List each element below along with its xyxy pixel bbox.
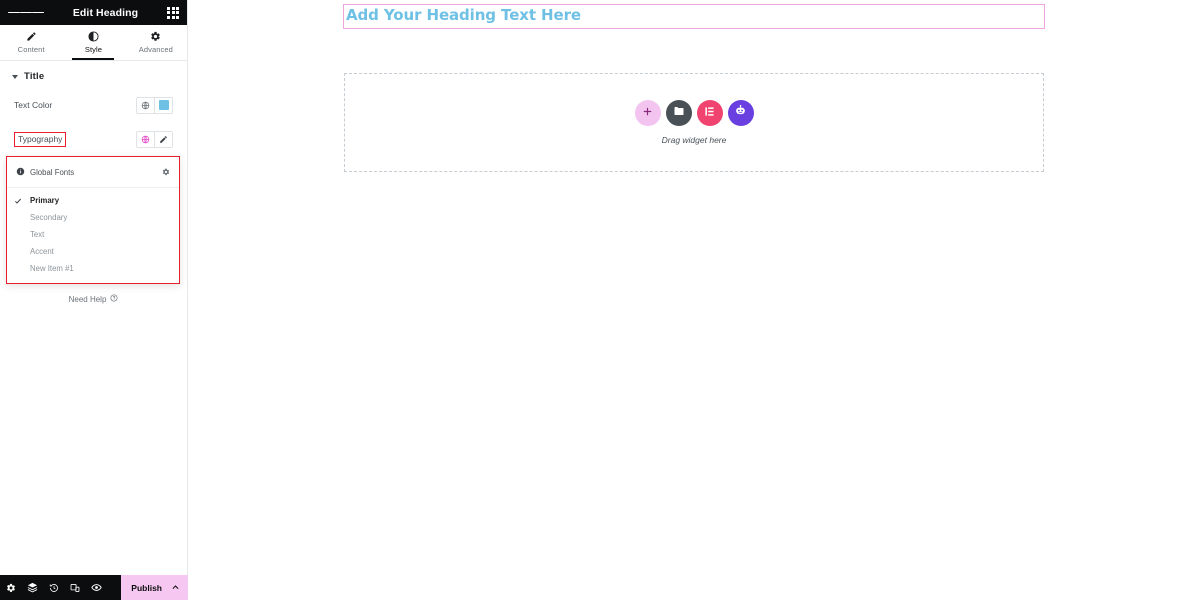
global-font-item-primary[interactable]: Primary [7, 192, 179, 209]
widget-dropzone[interactable]: Drag widget here [344, 73, 1044, 172]
control-text-color: Text Color [0, 88, 187, 122]
need-help-label: Need Help [68, 294, 107, 304]
global-font-label: New Item #1 [30, 264, 74, 273]
need-help-link[interactable]: Need Help [0, 294, 187, 304]
check-icon [14, 197, 22, 205]
panel-tabs: Content Style Advanced [0, 25, 187, 61]
control-typography: Typography [0, 122, 187, 156]
globe-icon-active[interactable] [137, 131, 154, 147]
pencil-edit-icon[interactable] [154, 131, 172, 147]
global-font-label: Accent [30, 247, 54, 256]
gear-icon [150, 31, 161, 42]
tab-advanced-label: Advanced [138, 45, 173, 54]
typography-buttons [136, 130, 173, 148]
add-template-button[interactable] [665, 100, 692, 126]
globe-icon[interactable] [137, 97, 154, 113]
heading-text: Add Your Heading Text Here [346, 6, 581, 24]
dropzone-caption: Drag widget here [661, 135, 727, 145]
global-font-item-secondary[interactable]: Secondary [7, 209, 179, 226]
panel-title: Edit Heading [72, 6, 139, 19]
global-font-label: Primary [30, 196, 60, 205]
color-swatch [158, 100, 169, 110]
global-fonts-popover: Global Fonts Primary Secondary Text Acce… [6, 156, 180, 284]
global-fonts-header: Global Fonts [7, 157, 179, 188]
section-title-label: Title [24, 71, 45, 82]
chevron-up-icon[interactable] [171, 579, 180, 597]
responsive-mode-icon[interactable] [70, 583, 80, 593]
text-color-label: Text Color [14, 100, 53, 110]
global-fonts-list: Primary Secondary Text Accent New Item #… [7, 188, 179, 283]
dropzone-buttons [634, 100, 754, 126]
plus-icon [642, 104, 653, 122]
preview-eye-icon[interactable] [91, 582, 102, 593]
preview-canvas: Add Your Heading Text Here Drag widget h… [188, 0, 1200, 600]
global-font-item-accent[interactable]: Accent [7, 243, 179, 260]
panel-footer: Publish [0, 575, 188, 600]
gear-icon[interactable] [162, 163, 170, 181]
tab-style-label: Style [84, 45, 103, 54]
text-color-swatch[interactable] [154, 97, 172, 113]
apps-grid-icon[interactable] [167, 6, 179, 19]
text-color-buttons [136, 96, 173, 114]
chevron-down-icon [12, 74, 18, 79]
tab-content-label: Content [17, 45, 45, 54]
elementor-widgets-button[interactable] [696, 100, 723, 126]
add-element-button[interactable] [634, 100, 661, 126]
global-font-item-new-item-1[interactable]: New Item #1 [7, 260, 179, 277]
panel-header: Edit Heading [0, 0, 187, 25]
global-font-item-text[interactable]: Text [7, 226, 179, 243]
elementor-editor-screen: Edit Heading Content Style Advanced Titl… [0, 0, 1200, 600]
folder-icon [673, 104, 685, 122]
tab-advanced[interactable]: Advanced [125, 25, 187, 60]
global-font-label: Secondary [30, 213, 68, 222]
pencil-icon [26, 31, 37, 42]
ai-builder-button[interactable] [727, 100, 754, 126]
contrast-icon [88, 31, 99, 42]
hamburger-menu-icon[interactable] [8, 10, 44, 16]
tab-content[interactable]: Content [0, 25, 62, 60]
navigator-layers-icon[interactable] [27, 582, 38, 593]
tab-style[interactable]: Style [62, 25, 124, 60]
global-fonts-title: Global Fonts [30, 167, 75, 177]
info-icon[interactable] [16, 163, 25, 181]
settings-gear-icon[interactable] [6, 583, 16, 593]
question-circle-icon [110, 294, 118, 304]
history-clock-icon[interactable] [49, 583, 59, 593]
ai-robot-icon [734, 104, 747, 122]
global-font-label: Text [30, 230, 45, 239]
section-title-header[interactable]: Title [0, 61, 187, 88]
elementor-icon [704, 104, 715, 122]
typography-label: Typography [14, 131, 67, 147]
publish-label: Publish [131, 582, 162, 593]
editor-panel: Edit Heading Content Style Advanced Titl… [0, 0, 198, 600]
publish-button[interactable]: Publish [121, 575, 188, 600]
heading-widget[interactable]: Add Your Heading Text Here [343, 4, 1045, 30]
